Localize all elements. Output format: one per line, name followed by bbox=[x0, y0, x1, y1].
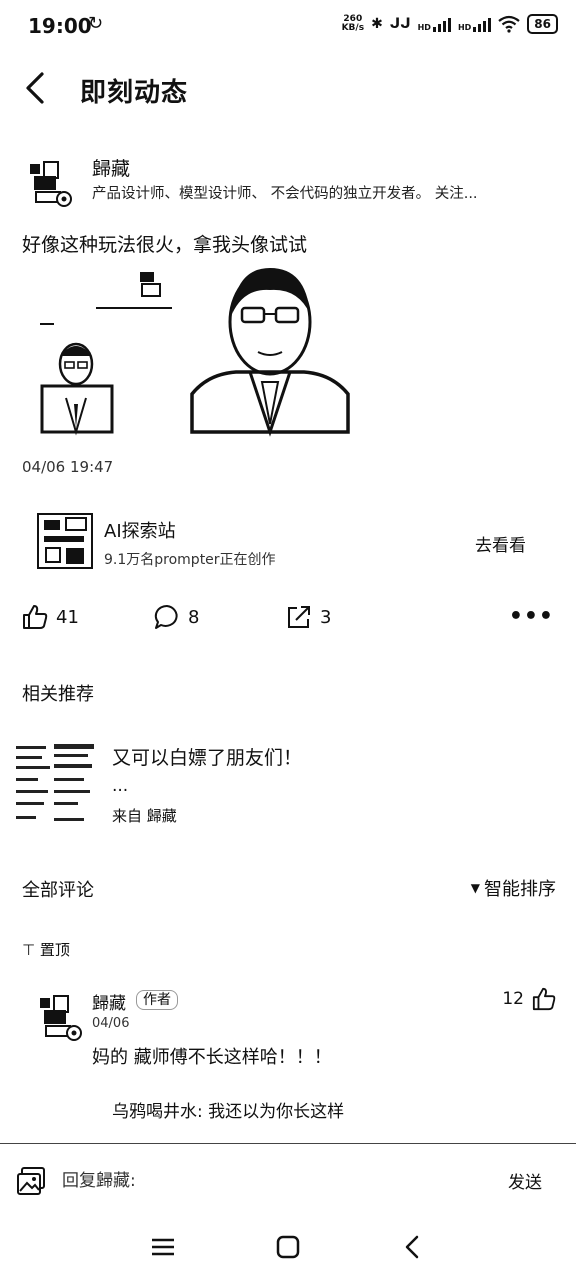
back-nav-icon[interactable] bbox=[398, 1232, 428, 1262]
menu-nav-icon[interactable] bbox=[148, 1232, 178, 1262]
comment-like-button[interactable]: 12 bbox=[502, 987, 556, 1011]
reply-input[interactable] bbox=[62, 1168, 482, 1194]
comment-count: 8 bbox=[188, 606, 200, 628]
sync-icon: ↻ bbox=[88, 13, 104, 34]
sort-dropdown[interactable]: ▼ 智能排序 bbox=[471, 875, 556, 901]
image-picker-icon[interactable] bbox=[16, 1166, 46, 1196]
source-thumbnail[interactable] bbox=[36, 512, 94, 570]
sort-label: 智能排序 bbox=[484, 879, 556, 900]
network-speed: 260 KB/s bbox=[341, 14, 365, 33]
status-icons: 260 KB/s ✱ ᒍᒍ HD HD 86 bbox=[342, 14, 558, 34]
like-button[interactable]: 41 bbox=[22, 604, 79, 630]
share-count: 3 bbox=[320, 606, 332, 628]
wifi-icon bbox=[498, 15, 520, 33]
comment-text: 妈的 藏师傅不长这样哈！！！ bbox=[92, 1047, 332, 1068]
related-section-title: 相关推荐 bbox=[22, 684, 94, 705]
home-nav-icon[interactable] bbox=[273, 1232, 303, 1262]
comment-author[interactable]: 歸藏 bbox=[92, 989, 126, 1014]
pin-icon: ⊤ bbox=[22, 941, 36, 959]
comments-section-title: 全部评论 bbox=[22, 880, 94, 901]
send-button[interactable]: 发送 bbox=[508, 1168, 542, 1193]
post-timestamp: 04/06 19:47 bbox=[22, 458, 114, 476]
comment-like-count: 12 bbox=[502, 989, 524, 1009]
share-icon bbox=[288, 606, 310, 628]
page-title: 即刻动态 bbox=[80, 78, 189, 108]
share-button[interactable]: 3 bbox=[286, 604, 331, 630]
comment-button[interactable]: 8 bbox=[154, 604, 199, 630]
small-portrait bbox=[40, 342, 114, 436]
large-portrait bbox=[190, 268, 350, 437]
triangle-down-icon: ▼ bbox=[470, 881, 480, 895]
post-text: 好像这种玩法很火，拿我头像试试 bbox=[22, 234, 308, 256]
bluetooth-icon: ✱ bbox=[371, 16, 383, 32]
battery-indicator: 86 bbox=[527, 14, 558, 34]
related-item-title[interactable]: 又可以白嫖了朋友们！ bbox=[112, 743, 302, 770]
author-bio: 产品设计师、模型设计师、 不会代码的独立开发者。 关注... bbox=[92, 186, 478, 202]
source-name[interactable]: AI探索站 bbox=[104, 517, 176, 543]
earbuds-icon: ᒍᒍ bbox=[389, 16, 411, 32]
divider bbox=[0, 1143, 576, 1144]
related-item-source: 来自 歸藏 bbox=[112, 807, 177, 825]
author-badge: 作者 bbox=[136, 990, 178, 1010]
signal-icon-2: HD bbox=[458, 16, 492, 32]
go-see-button[interactable]: 去看看 bbox=[475, 531, 526, 556]
source-subtitle: 9.1万名prompter正在创作 bbox=[104, 552, 276, 568]
like-count: 41 bbox=[56, 606, 79, 628]
author-name[interactable]: 歸藏 bbox=[92, 154, 130, 181]
author-avatar[interactable] bbox=[24, 160, 74, 210]
back-arrow-icon[interactable] bbox=[18, 68, 58, 108]
commenter-avatar[interactable] bbox=[34, 994, 84, 1044]
comment-icon bbox=[154, 604, 178, 629]
related-item-ellipsis: ... bbox=[112, 776, 129, 796]
post-image[interactable] bbox=[36, 264, 366, 440]
signal-icon-1: HD bbox=[418, 16, 451, 32]
status-time: 19:00 bbox=[28, 14, 92, 38]
related-thumbnail[interactable] bbox=[14, 738, 100, 830]
comment-reply[interactable]: 乌鸦喝井水: 我还以为你长这样 bbox=[112, 1097, 344, 1122]
small-avatar-sketch bbox=[96, 272, 172, 309]
more-options-icon[interactable]: ••• bbox=[509, 604, 554, 629]
pinned-label: ⊤ 置顶 bbox=[22, 941, 70, 959]
thumbs-up-icon bbox=[23, 605, 48, 629]
status-bar: 19:00 ↻ 260 KB/s ✱ ᒍᒍ HD HD 86 bbox=[0, 0, 576, 54]
comment-date: 04/06 bbox=[92, 1016, 130, 1031]
thumbs-up-icon bbox=[532, 987, 556, 1011]
